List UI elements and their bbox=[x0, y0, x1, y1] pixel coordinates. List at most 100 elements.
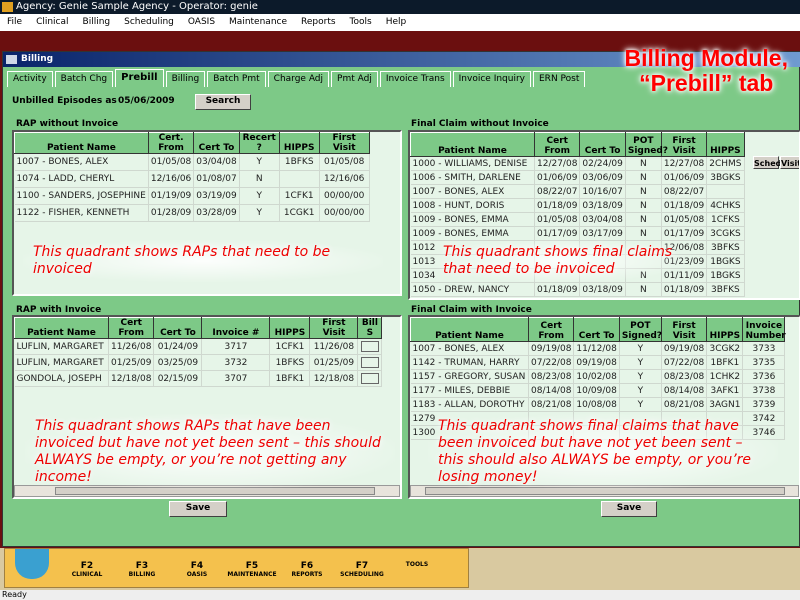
column-header[interactable]: Patient Name bbox=[14, 317, 109, 339]
bill-sent-cell bbox=[357, 354, 383, 371]
table-row[interactable]: 1007 - BONES, ALEX 09/19/08 11/12/08 Y 09/19… bbox=[410, 341, 786, 356]
column-header[interactable]: Invoice Number bbox=[742, 317, 786, 342]
menu-scheduling[interactable]: Scheduling bbox=[124, 17, 174, 27]
table-row[interactable]: 1009 - BONES, EMMA 01/05/08 03/04/08 N 01/05… bbox=[410, 212, 745, 227]
table-row[interactable]: 1050 - DREW, NANCY 01/18/09 03/18/09 N 01/18… bbox=[410, 282, 745, 297]
column-header[interactable]: HIPPS bbox=[269, 317, 311, 339]
toolbar-scheduling-button[interactable]: F7 SCHEDULING bbox=[332, 561, 392, 578]
table-row[interactable]: 1100 - SANDERS, JOSEPHINE 01/19/09 03/19/0… bbox=[14, 187, 370, 205]
table-row[interactable]: 1007 - BONES, ALEX 08/22/07 10/16/07 N 08/22… bbox=[410, 184, 745, 199]
menu-billing[interactable]: Billing bbox=[83, 17, 111, 27]
column-header[interactable]: Cert To bbox=[193, 132, 240, 154]
tab-charge-adj[interactable]: Charge Adj bbox=[267, 71, 330, 87]
menu-tools[interactable]: Tools bbox=[350, 17, 372, 27]
column-header[interactable]: Invoice # bbox=[201, 317, 271, 339]
table-row[interactable]: 1000 - WILLIAMS, DENISE 12/27/08 02/24/09 N… bbox=[410, 156, 745, 171]
menu-oasis[interactable]: OASIS bbox=[188, 17, 215, 27]
cell: LUFLIN, MARGARET bbox=[14, 338, 109, 355]
cell: Y bbox=[619, 397, 662, 412]
column-header[interactable]: HIPPS bbox=[706, 317, 744, 342]
cell: 01/18/09 bbox=[534, 282, 581, 297]
final-without-invoice-title: Final Claim without Invoice bbox=[411, 119, 549, 129]
cell: 3735 bbox=[742, 355, 786, 370]
column-header[interactable]: Cert. From bbox=[147, 132, 195, 154]
table-row[interactable]: 1177 - MILES, DEBBIE 08/14/08 10/09/08 Y 08/… bbox=[410, 383, 786, 398]
toolbar-tools-button[interactable]: TOOLS bbox=[387, 561, 447, 568]
table-row[interactable]: 1183 - ALLAN, DOROTHY 08/21/08 10/08/08 Y 08… bbox=[410, 397, 786, 412]
column-header[interactable]: First Visit bbox=[660, 132, 708, 157]
cell: 1157 - GREGORY, SUSAN bbox=[410, 369, 529, 384]
visits-button[interactable]: Visits bbox=[780, 156, 799, 169]
column-header[interactable]: Cert To bbox=[153, 317, 203, 339]
toolbar-maintenance-button[interactable]: F5 MAINTENANCE bbox=[222, 561, 282, 578]
bill-sent-checkbox[interactable] bbox=[360, 373, 379, 384]
window-titlebar: Agency: Genie Sample Agency - Operator: … bbox=[0, 0, 800, 14]
tab-invoice-trans[interactable]: Invoice Trans bbox=[379, 71, 451, 87]
toolbar-clinical-button[interactable]: F2 CLINICAL bbox=[57, 561, 117, 578]
table-row[interactable]: GONDOLA, JOSEPH 12/18/08 02/15/09 3707 1BFK1… bbox=[14, 370, 383, 387]
tab-batch-pmt[interactable]: Batch Pmt bbox=[207, 71, 266, 87]
header-row: Patient Name Cert From Cert To POT Signed? F… bbox=[410, 132, 745, 157]
cell: 1008 - HUNT, DORIS bbox=[410, 198, 535, 213]
column-header[interactable]: Bill S bbox=[357, 317, 383, 339]
cell: N bbox=[625, 198, 662, 213]
toolbar-billing-button[interactable]: F3 BILLING bbox=[112, 561, 172, 578]
bill-sent-cell bbox=[357, 338, 383, 355]
cell: 03/19/09 bbox=[193, 187, 240, 205]
tab-ern-post[interactable]: ERN Post bbox=[533, 71, 586, 87]
column-header[interactable]: POT Signed? bbox=[624, 132, 668, 157]
tab-invoice-inquiry[interactable]: Invoice Inquiry bbox=[452, 71, 531, 87]
column-header[interactable]: HIPPS bbox=[706, 132, 745, 157]
column-header[interactable]: Cert To bbox=[573, 317, 620, 342]
tab-pmt-adj[interactable]: Pmt Adj bbox=[331, 71, 378, 87]
table-row[interactable]: LUFLIN, MARGARET 11/26/08 01/24/09 3717 1CFK… bbox=[14, 338, 383, 355]
menu-maintenance[interactable]: Maintenance bbox=[229, 17, 287, 27]
cell: Y bbox=[619, 341, 662, 356]
table-row[interactable]: 1009 - BONES, EMMA 01/17/09 03/17/09 N 01/17… bbox=[410, 226, 745, 241]
table-row[interactable]: 1074 - LADD, CHERYL 12/16/06 01/08/07 N 12/1… bbox=[14, 170, 370, 188]
column-header[interactable]: First Visit bbox=[318, 132, 370, 154]
column-header[interactable]: HIPPS bbox=[278, 132, 320, 154]
toolbar-oasis-button[interactable]: F4 OASIS bbox=[167, 561, 227, 578]
menu-help[interactable]: Help bbox=[386, 17, 407, 27]
save-button-left[interactable]: Save bbox=[169, 501, 227, 517]
cell: 10/09/08 bbox=[573, 383, 620, 398]
table-row[interactable]: LUFLIN, MARGARET 01/25/09 03/25/09 3732 1BFK… bbox=[14, 354, 383, 371]
bill-sent-checkbox[interactable] bbox=[360, 357, 379, 368]
table-row[interactable]: 1007 - BONES, ALEX 01/05/08 03/04/08 Y 1BFKS… bbox=[14, 153, 370, 171]
column-header[interactable]: Patient Name bbox=[410, 132, 535, 157]
table-row[interactable]: 1122 - FISHER, KENNETH 01/28/09 03/28/09 Y 1… bbox=[14, 204, 370, 222]
search-button[interactable]: Search bbox=[195, 94, 251, 110]
bill-sent-cell bbox=[357, 370, 383, 387]
column-header[interactable]: POT Signed? bbox=[618, 317, 662, 342]
cell: 01/18/09 bbox=[661, 198, 708, 213]
column-header[interactable]: First Visit bbox=[660, 317, 708, 342]
sched-button[interactable]: Sched bbox=[753, 156, 781, 169]
cell: Y bbox=[239, 153, 280, 171]
callout-annotation: Billing Module, “Prebill” tab bbox=[624, 46, 788, 96]
column-header[interactable]: Cert From bbox=[527, 317, 575, 342]
column-header[interactable]: Recert ? bbox=[238, 132, 280, 154]
toolbar-reports-button[interactable]: F6 REPORTS bbox=[277, 561, 337, 578]
cell: 03/06/09 bbox=[579, 170, 626, 185]
tab-batch-chg[interactable]: Batch Chg bbox=[54, 71, 114, 87]
column-header[interactable]: First Visit bbox=[309, 317, 359, 339]
column-header[interactable]: Cert From bbox=[533, 132, 581, 157]
tab-activity[interactable]: Activity bbox=[7, 71, 53, 87]
cell: 3732 bbox=[201, 354, 271, 371]
column-header[interactable]: Patient Name bbox=[410, 317, 529, 342]
column-header[interactable]: Cert To bbox=[579, 132, 626, 157]
menu-reports[interactable]: Reports bbox=[301, 17, 336, 27]
tab-prebill[interactable]: Prebill bbox=[115, 69, 164, 87]
column-header[interactable]: Patient Name bbox=[14, 132, 149, 154]
menu-clinical[interactable]: Clinical bbox=[36, 17, 68, 27]
column-header[interactable]: Cert From bbox=[107, 317, 155, 339]
bill-sent-checkbox[interactable] bbox=[360, 341, 379, 352]
table-row[interactable]: 1142 - TRUMAN, HARRY 07/22/08 09/19/08 Y 07/… bbox=[410, 355, 786, 370]
table-row[interactable]: 1008 - HUNT, DORIS 01/18/09 03/18/09 N 01/18… bbox=[410, 198, 745, 213]
save-button-right[interactable]: Save bbox=[601, 501, 657, 517]
menu-file[interactable]: File bbox=[7, 17, 22, 27]
tab-billing[interactable]: Billing bbox=[165, 71, 206, 87]
table-row[interactable]: 1006 - SMITH, DARLENE 01/06/09 03/06/09 N 01… bbox=[410, 170, 745, 185]
table-row[interactable]: 1157 - GREGORY, SUSAN 08/23/08 10/02/08 Y 08… bbox=[410, 369, 786, 384]
